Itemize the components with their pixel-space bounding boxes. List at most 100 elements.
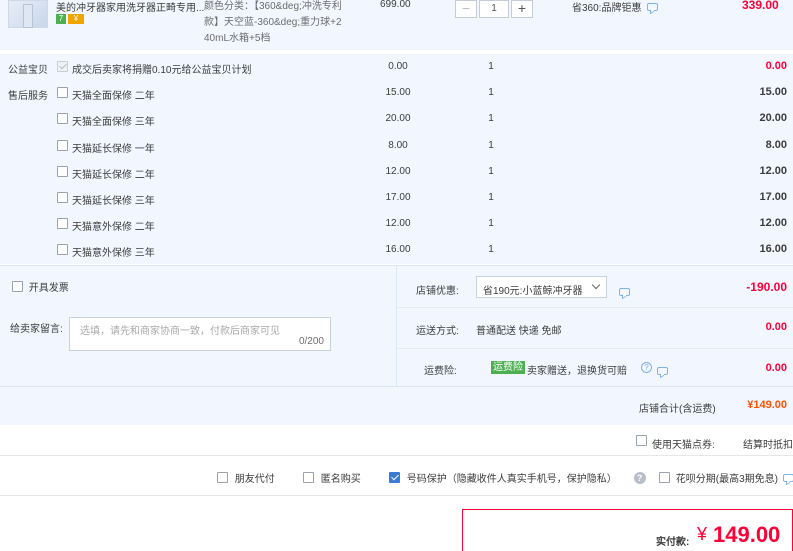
service-name: 天猫延长保修 二年	[72, 170, 155, 181]
friend-pay-checkbox[interactable]	[217, 472, 228, 483]
points-row: 使用天猫点券: 结算时抵扣	[0, 426, 793, 456]
service-name: 天猫意外保修 二年	[72, 222, 155, 233]
service-total: 12.00	[759, 217, 787, 229]
insurance-amount: 0.00	[765, 362, 787, 374]
service-row: 天猫意外保修 二年 12.00 1 12.00	[0, 211, 793, 237]
promo-info-icon[interactable]	[647, 3, 659, 11]
installment-info-icon[interactable]	[782, 473, 793, 482]
service-qty: 1	[488, 166, 494, 177]
number-protect-option[interactable]: 号码保护（隐藏收件人真实手机号，保护隐私） ?	[389, 470, 646, 485]
friend-pay-option[interactable]: 朋友代付	[217, 470, 275, 485]
shop-total-amount: ¥149.00	[747, 399, 787, 411]
service-total: 12.00	[759, 165, 787, 177]
insurance-chat-icon[interactable]	[656, 367, 668, 375]
anonymous-option[interactable]: 匿名购买	[303, 470, 361, 485]
service-row: 天猫意外保修 三年 16.00 1 16.00	[0, 237, 793, 263]
charity-text: 成交后卖家将捐赠0.10元给公益宝贝计划	[72, 65, 252, 76]
friend-pay-label: 朋友代付	[234, 474, 275, 485]
service-price: 15.00	[385, 87, 411, 98]
service-price: 12.00	[385, 218, 411, 229]
service-name: 天猫全面保修 三年	[72, 117, 155, 128]
service-price: 12.00	[385, 166, 411, 177]
right-panel-line-2	[397, 348, 793, 349]
service-price: 16.00	[385, 244, 411, 255]
service-qty: 1	[488, 113, 494, 124]
service-qty: 1	[488, 218, 494, 229]
service-total: 8.00	[765, 139, 787, 151]
insurance-label: 运费险:	[424, 366, 457, 377]
payment-amount: 149.00	[713, 522, 781, 547]
service-price: 8.00	[388, 140, 408, 151]
sku-line-2: 款】天空蓝-360&deg;重力球+2	[204, 17, 342, 28]
shop-total-label: 店铺合计(含运费)	[639, 404, 716, 415]
insurance-text: 卖家赠送，退换货可赔	[527, 366, 627, 377]
seven-day-return-icon: 7	[56, 14, 66, 24]
installment-option[interactable]: 花呗分期(最高3期免息)	[659, 470, 793, 485]
message-field[interactable]: 选填，请先和商家协商一致，付款后商家可见 0/200	[69, 317, 331, 351]
service-total: 16.00	[759, 243, 787, 255]
message-counter: 0/200	[298, 336, 324, 347]
service-name: 天猫全面保修 二年	[72, 91, 155, 102]
invoice-label: 开具发票	[28, 283, 69, 294]
service-name: 天猫延长保修 一年	[72, 144, 155, 155]
service-row: 天猫延长保修 二年 12.00 1 12.00	[0, 159, 793, 185]
insurance-help-icon[interactable]: ?	[641, 362, 652, 373]
order-extras: 开具发票 给卖家留言: 选填，请先和商家协商一致，付款后商家可见 0/200 店…	[0, 265, 793, 425]
service-name: 天猫延长保修 三年	[72, 196, 155, 207]
installment-label: 花呗分期(最高3期免息)	[675, 474, 779, 485]
product-title[interactable]: 美的冲牙器家用洗牙器正畸专用...	[56, 0, 204, 14]
qty-minus-button[interactable]: −	[455, 0, 477, 18]
charity-total: 0.00	[765, 60, 787, 72]
service-checkbox[interactable]	[57, 192, 68, 203]
number-protect-help-icon[interactable]: ?	[633, 471, 646, 484]
invoice-checkbox[interactable]	[12, 281, 23, 292]
service-total: 20.00	[759, 112, 787, 124]
shop-discount-select[interactable]: 省190元:小蓝鲸冲牙器	[476, 276, 607, 298]
promo-label: 省360:品牌钜惠	[572, 3, 642, 14]
qty-plus-button[interactable]: +	[511, 0, 533, 18]
service-checkbox[interactable]	[57, 244, 68, 255]
charity-price: 0.00	[388, 61, 408, 72]
shop-discount-value: 省190元:小蓝鲸冲牙器	[483, 286, 583, 297]
shop-total-line	[0, 386, 793, 387]
service-row: 天猫延长保修 三年 17.00 1 17.00	[0, 185, 793, 211]
invoice-option[interactable]: 开具发票	[12, 279, 69, 294]
charity-row: 公益宝贝 成交后卖家将捐赠0.10元给公益宝贝计划 0.00 1 0.00	[0, 54, 793, 80]
sku-line-3: 40mL水箱+5档	[204, 33, 271, 44]
service-qty: 1	[488, 140, 494, 151]
shipping-text: 普通配送 快递 免邮	[476, 326, 562, 337]
quantity-stepper: − 1 +	[455, 0, 533, 18]
payment-box: 实付款: ¥ 149.00	[462, 509, 793, 551]
anonymous-checkbox[interactable]	[303, 472, 314, 483]
number-protect-label: 号码保护（隐藏收件人真实手机号，保护隐私）	[406, 474, 617, 485]
service-checkbox[interactable]	[57, 140, 68, 151]
service-checkbox[interactable]	[57, 166, 68, 177]
service-row: 天猫全面保修 三年 20.00 1 20.00	[0, 106, 793, 132]
right-panel-line-1	[397, 307, 793, 308]
service-row: 天猫全面保修 二年 15.00 1 15.00	[0, 80, 793, 106]
unit-price: 699.00	[380, 0, 411, 10]
sku-info: 颜色分类：【360&deg;冲洗专利 款】天空蓝-360&deg;重力球+2 4…	[204, 0, 342, 47]
service-checkbox[interactable]	[57, 87, 68, 98]
discount-info-icon[interactable]	[619, 288, 630, 296]
service-name: 天猫意外保修 三年	[72, 248, 155, 259]
sku-line-1: 颜色分类：【360&deg;冲洗专利	[204, 1, 342, 12]
payment-badge-text: ¥	[73, 14, 79, 23]
service-qty: 1	[488, 192, 494, 203]
service-total: 17.00	[759, 191, 787, 203]
shop-discount-amount: -190.00	[746, 280, 787, 294]
points-checkbox[interactable]	[636, 435, 647, 446]
product-thumbnail[interactable]	[8, 0, 48, 28]
number-protect-checkbox[interactable]	[389, 472, 400, 483]
service-price: 20.00	[385, 113, 411, 124]
insurance-tag: 运费险	[491, 361, 525, 374]
chevron-down-icon	[591, 280, 601, 290]
shipping-amount: 0.00	[765, 321, 787, 333]
qty-input[interactable]: 1	[479, 0, 509, 18]
charity-qty: 1	[488, 61, 494, 72]
service-checkbox[interactable]	[57, 218, 68, 229]
service-checkbox[interactable]	[57, 113, 68, 124]
product-total: 339.00	[742, 0, 779, 12]
installment-checkbox[interactable]	[659, 472, 670, 483]
points-label: 使用天猫点券:	[652, 440, 715, 451]
